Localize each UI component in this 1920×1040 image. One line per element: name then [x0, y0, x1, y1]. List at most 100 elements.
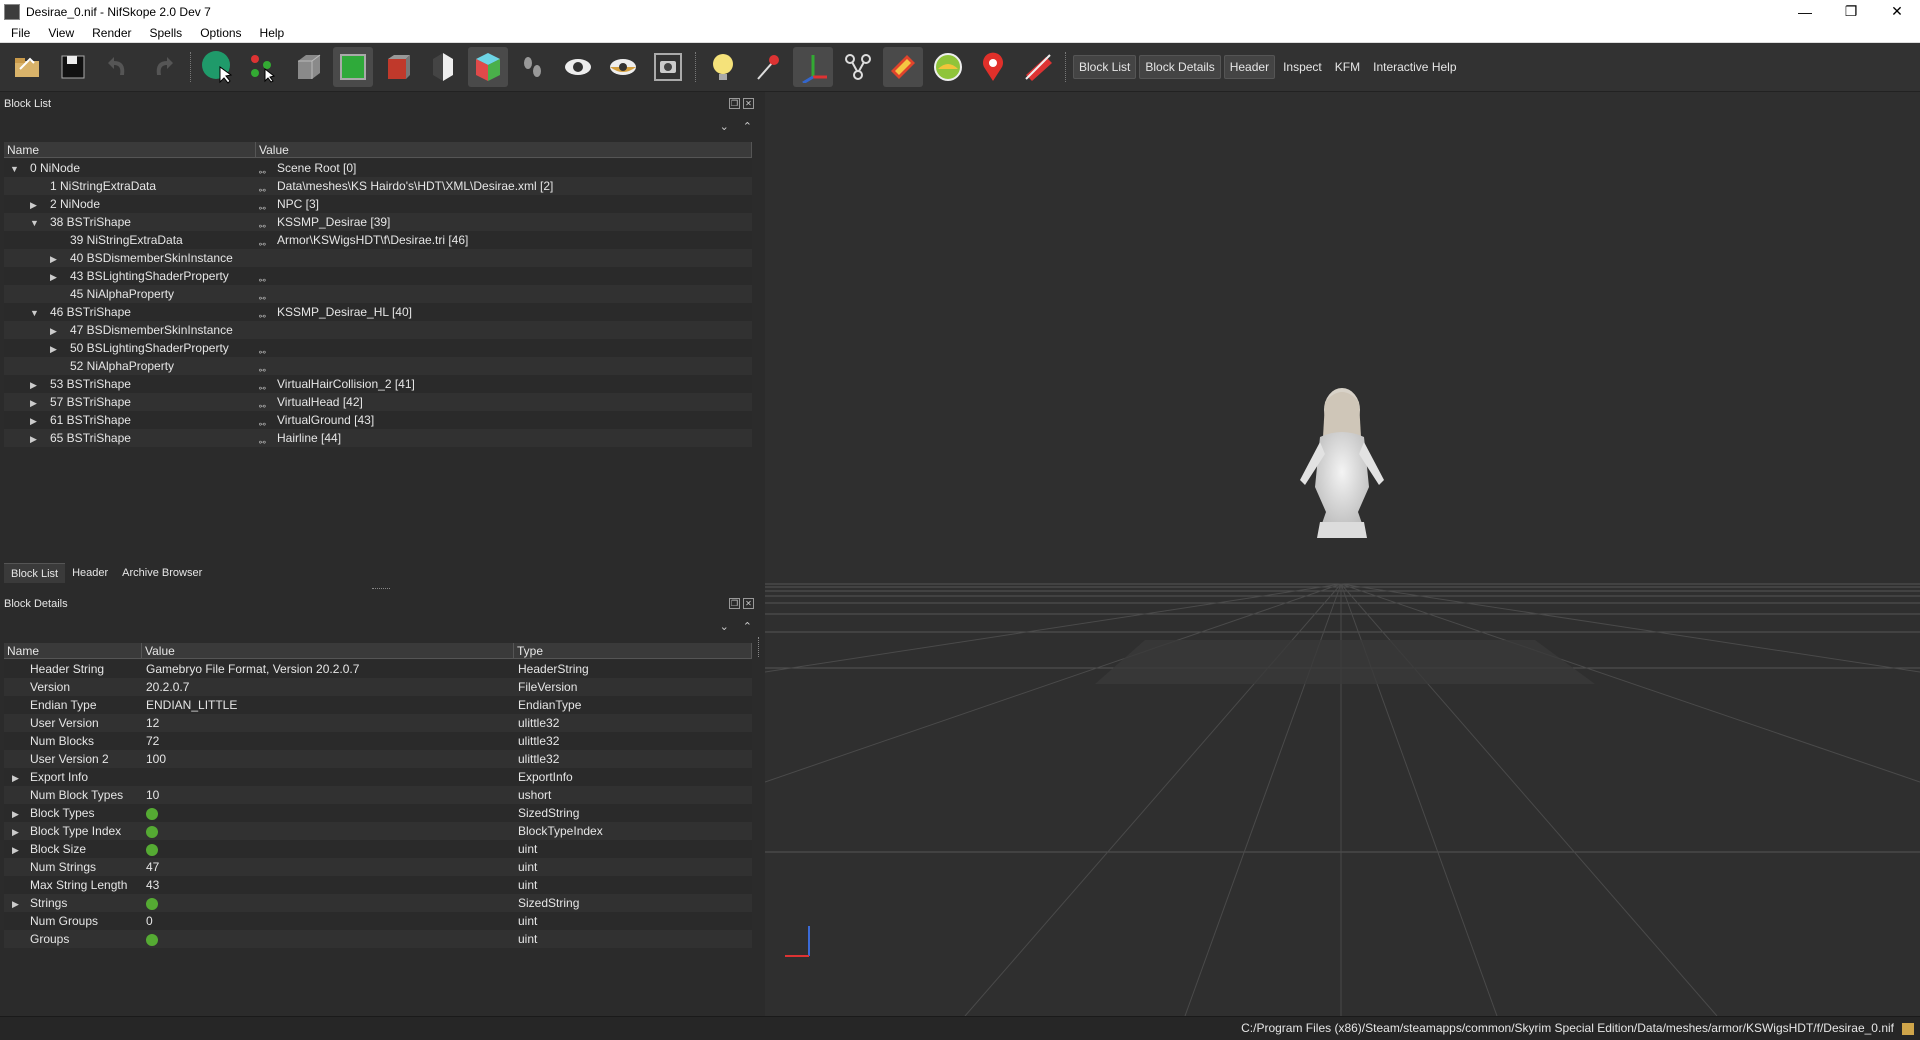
collapsed-arrow-icon[interactable]: ▶ — [30, 196, 40, 213]
collapsed-arrow-icon[interactable]: ▶ — [12, 895, 22, 912]
dock-splitter[interactable] — [372, 588, 390, 591]
menu-file[interactable]: File — [0, 26, 37, 40]
collapsed-arrow-icon[interactable]: ▶ — [12, 823, 22, 840]
menu-spells[interactable]: Spells — [139, 26, 190, 40]
field-value[interactable]: 10 — [146, 788, 159, 802]
tree-row[interactable]: ▶ 40 BSDismemberSkinInstance — [4, 249, 752, 267]
collapsed-arrow-icon[interactable]: ▶ — [30, 412, 40, 429]
box-red-icon[interactable] — [378, 47, 418, 87]
menu-view[interactable]: View — [37, 26, 81, 40]
vertical-splitter[interactable] — [758, 637, 761, 657]
expand-all-icon[interactable]: ⌄ — [720, 120, 729, 133]
collapsed-arrow-icon[interactable]: ▶ — [50, 340, 60, 357]
expanded-arrow-icon[interactable]: ▼ — [30, 304, 40, 321]
expanded-arrow-icon[interactable]: ▼ — [10, 160, 20, 177]
close-icon[interactable]: ✕ — [743, 98, 754, 109]
box-green-icon[interactable] — [333, 47, 373, 87]
table-row[interactable]: User Version 2 100 ulittle32 — [4, 750, 752, 768]
tree-row[interactable]: ▶ 2 NiNode ⚯ NPC [3] — [4, 195, 752, 213]
collapse-all-icon[interactable]: ⌃ — [743, 120, 752, 133]
tree-row[interactable]: ▶ 53 BSTriShape ⚯ VirtualHairCollision_2 [4… — [4, 375, 752, 393]
tree-row[interactable]: ▼ 38 BSTriShape ⚯ KSSMP_Desirae [39] — [4, 213, 752, 231]
tree-row[interactable]: ▶ 47 BSDismemberSkinInstance — [4, 321, 752, 339]
select-vertex-icon[interactable] — [243, 47, 283, 87]
collapsed-arrow-icon[interactable]: ▶ — [50, 268, 60, 285]
undo-icon[interactable] — [98, 47, 138, 87]
open-icon[interactable] — [8, 47, 48, 87]
restore-button[interactable]: ❐ — [1828, 0, 1874, 23]
header-toggle[interactable]: Header — [1223, 55, 1276, 79]
tab-archive-browser[interactable]: Archive Browser — [115, 563, 209, 583]
table-row[interactable]: ▶ Block Type Index BlockTypeIndex — [4, 822, 752, 840]
table-row[interactable]: ▶ Block Types SizedString — [4, 804, 752, 822]
collapsed-arrow-icon[interactable]: ▶ — [12, 841, 22, 858]
location-marker-icon[interactable] — [973, 47, 1013, 87]
kfm-toggle[interactable]: KFM — [1330, 56, 1365, 78]
tree-row[interactable]: ▶ 65 BSTriShape ⚯ Hairline [44] — [4, 429, 752, 447]
menu-options[interactable]: Options — [189, 26, 248, 40]
table-row[interactable]: ▶ Block Size uint — [4, 840, 752, 858]
menu-render[interactable]: Render — [81, 26, 138, 40]
refresh-icon[interactable] — [146, 825, 158, 838]
axes-icon[interactable] — [793, 47, 833, 87]
refresh-icon[interactable] — [146, 843, 158, 856]
field-value[interactable]: 0 — [146, 914, 153, 928]
float-icon[interactable]: ❐ — [729, 598, 740, 609]
column-value[interactable]: Value — [142, 643, 514, 658]
column-name[interactable]: Name — [4, 142, 256, 157]
refresh-icon[interactable] — [146, 807, 158, 820]
column-value[interactable]: Value — [256, 142, 752, 157]
tab-header[interactable]: Header — [65, 563, 115, 583]
table-row[interactable]: Num Strings 47 uint — [4, 858, 752, 876]
save-icon[interactable] — [53, 47, 93, 87]
refresh-icon[interactable] — [146, 933, 158, 946]
hide-icon[interactable] — [1018, 47, 1058, 87]
redo-icon[interactable] — [143, 47, 183, 87]
tree-row[interactable]: 45 NiAlphaProperty ⚯ — [4, 285, 752, 303]
column-name[interactable]: Name — [4, 643, 142, 658]
field-value[interactable]: 43 — [146, 878, 159, 892]
screenshot-icon[interactable] — [648, 47, 688, 87]
table-row[interactable]: Num Block Types 10 ushort — [4, 786, 752, 804]
tree-row[interactable]: 52 NiAlphaProperty ⚯ — [4, 357, 752, 375]
interactive-help-toggle[interactable]: Interactive Help — [1368, 56, 1461, 78]
eye-outline-icon[interactable] — [603, 47, 643, 87]
nodes-icon[interactable] — [838, 47, 878, 87]
collapsed-arrow-icon[interactable]: ▶ — [50, 322, 60, 339]
inspect-toggle[interactable]: Inspect — [1278, 56, 1327, 78]
close-button[interactable]: ✕ — [1874, 0, 1920, 23]
tree-row[interactable]: ▼ 0 NiNode ⚯ Scene Root [0] — [4, 159, 752, 177]
tree-row[interactable]: 1 NiStringExtraData ⚯ Data\meshes\KS Haird… — [4, 177, 752, 195]
pin-tool-icon[interactable] — [748, 47, 788, 87]
footprints-icon[interactable] — [513, 47, 553, 87]
table-row[interactable]: Num Groups 0 uint — [4, 912, 752, 930]
table-row[interactable]: ▶ Export Info ExportInfo — [4, 768, 752, 786]
tree-row[interactable]: ▶ 61 BSTriShape ⚯ VirtualGround [43] — [4, 411, 752, 429]
column-type[interactable]: Type — [514, 643, 752, 658]
eye-icon[interactable] — [558, 47, 598, 87]
float-icon[interactable]: ❐ — [729, 98, 740, 109]
refresh-icon[interactable] — [146, 897, 158, 910]
menu-help[interactable]: Help — [249, 26, 292, 40]
table-row[interactable]: Num Blocks 72 ulittle32 — [4, 732, 752, 750]
field-value[interactable]: 20.2.0.7 — [146, 680, 189, 694]
table-row[interactable]: Header String Gamebryo File Format, Versi… — [4, 660, 752, 678]
collapsed-arrow-icon[interactable]: ▶ — [30, 394, 40, 411]
circle-green-icon[interactable] — [928, 47, 968, 87]
select-object-icon[interactable] — [198, 47, 238, 87]
expand-all-icon[interactable]: ⌄ — [720, 620, 729, 633]
color-cube-icon[interactable] — [468, 47, 508, 87]
table-row[interactable]: Max String Length 43 uint — [4, 876, 752, 894]
expanded-arrow-icon[interactable]: ▼ — [30, 214, 40, 231]
minimize-button[interactable]: — — [1782, 0, 1828, 23]
table-row[interactable]: Version 20.2.0.7 FileVersion — [4, 678, 752, 696]
table-row[interactable]: User Version 12 ulittle32 — [4, 714, 752, 732]
field-value[interactable]: 100 — [146, 752, 166, 766]
collapsed-arrow-icon[interactable]: ▶ — [12, 805, 22, 822]
tree-row[interactable]: ▶ 50 BSLightingShaderProperty ⚯ — [4, 339, 752, 357]
tree-row[interactable]: ▼ 46 BSTriShape ⚯ KSSMP_Desirae_HL [40] — [4, 303, 752, 321]
block-details-toggle[interactable]: Block Details — [1139, 55, 1221, 79]
table-row[interactable]: Endian Type ENDIAN_LITTLE EndianType — [4, 696, 752, 714]
collapsed-arrow-icon[interactable]: ▶ — [12, 769, 22, 786]
table-row[interactable]: ▶ Strings SizedString — [4, 894, 752, 912]
